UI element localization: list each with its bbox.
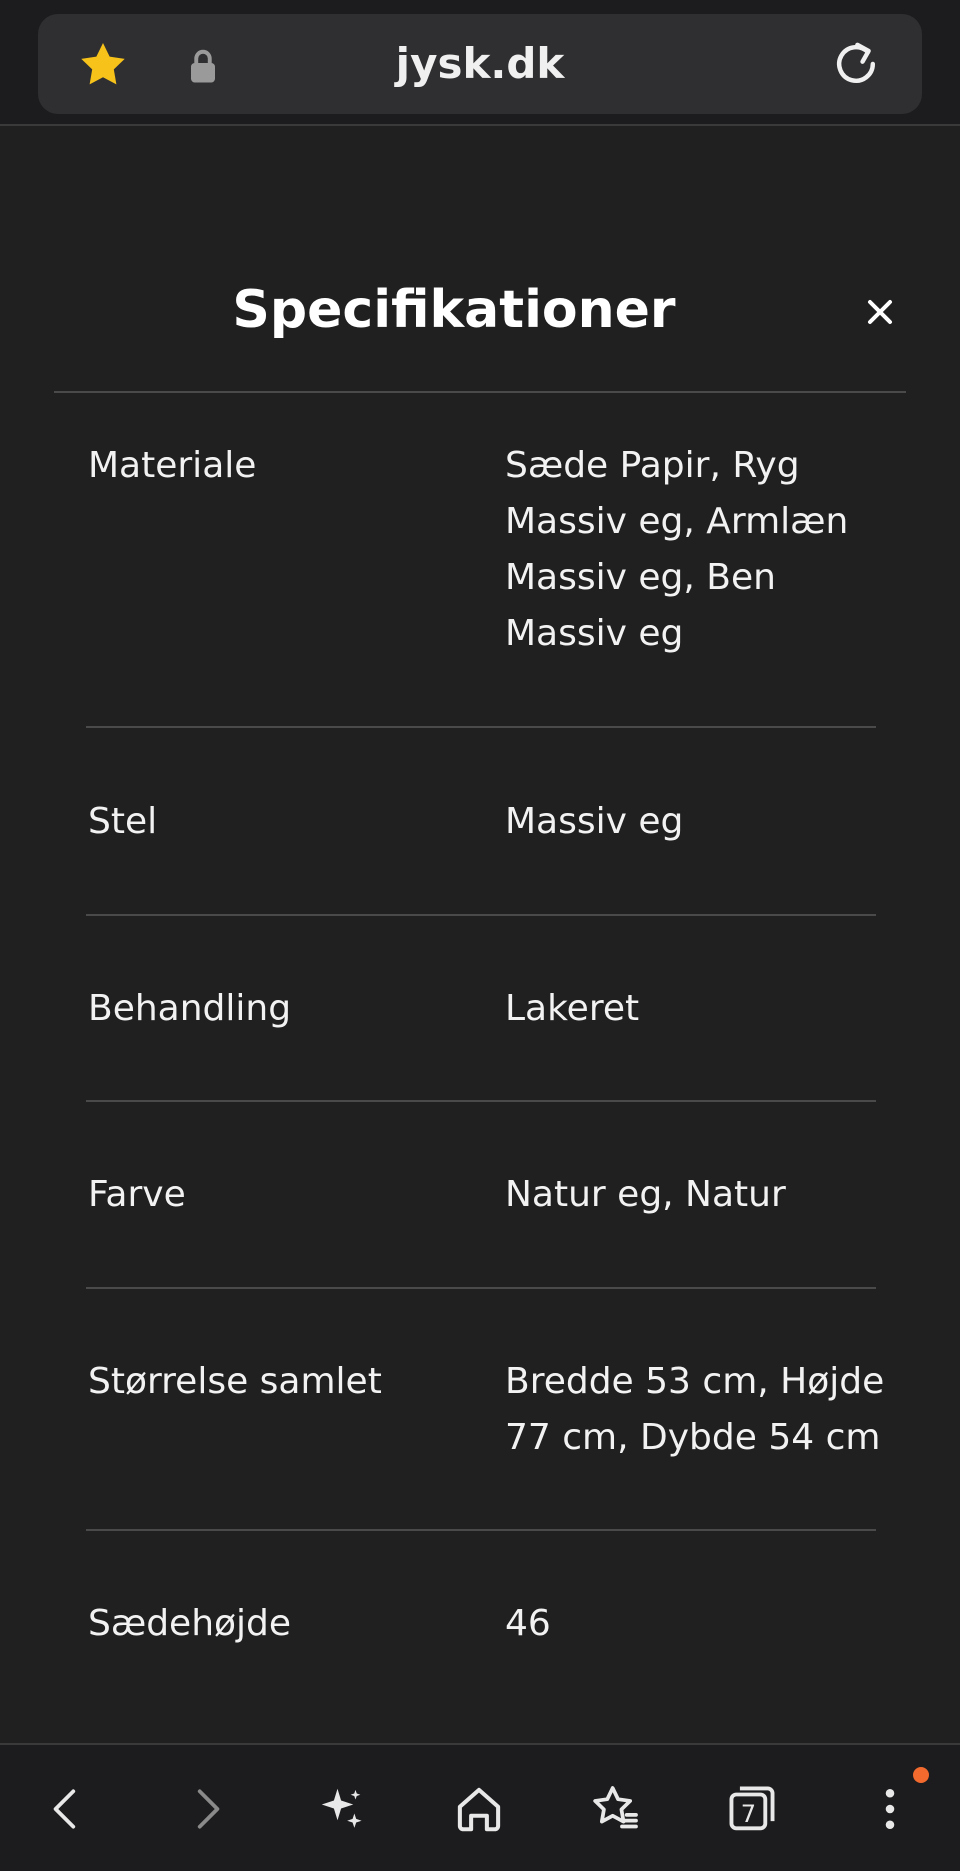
close-button[interactable]	[856, 288, 904, 336]
tabs-button[interactable]: 7	[712, 1769, 792, 1849]
row-divider	[86, 914, 876, 916]
spec-label: Størrelse samlet	[88, 1361, 382, 1402]
row-divider	[86, 1529, 876, 1531]
sparkle-icon	[321, 1788, 362, 1828]
spec-value: Massiv eg	[505, 801, 684, 842]
spec-label: Stel	[88, 801, 158, 842]
address-bar[interactable]: jysk.dk	[38, 14, 922, 114]
bookmarks-icon	[593, 1786, 638, 1829]
spec-value: Lakeret	[505, 988, 640, 1029]
star-icon[interactable]	[76, 38, 130, 92]
more-icon	[885, 1788, 895, 1830]
back-button[interactable]	[26, 1769, 106, 1849]
spec-label: Sædehøjde	[88, 1603, 292, 1644]
lock-icon	[188, 48, 218, 84]
browser-top-bar: jysk.dk	[0, 0, 960, 126]
forward-button[interactable]	[167, 1769, 247, 1849]
browser-bottom-bar: 7	[0, 1743, 960, 1871]
spec-label: Materiale	[88, 445, 257, 486]
close-icon	[868, 300, 892, 324]
modal-title: Specifikationer	[232, 280, 676, 340]
spec-value: 46	[505, 1603, 551, 1644]
home-button[interactable]	[439, 1769, 519, 1849]
notification-dot	[913, 1767, 929, 1783]
row-divider	[86, 1100, 876, 1102]
reload-icon[interactable]	[828, 36, 884, 92]
tabs-icon: 7	[729, 1786, 775, 1831]
tab-count: 7	[741, 1800, 756, 1828]
spec-value: Natur eg, Natur	[505, 1174, 786, 1215]
back-icon	[53, 1789, 76, 1829]
url-domain: jysk.dk	[395, 39, 565, 88]
row-divider	[86, 726, 876, 728]
spec-label: Behandling	[88, 988, 292, 1029]
title-divider	[54, 391, 906, 393]
spec-value: Sæde Papir, Ryg Massiv eg, Armlæn Massiv…	[505, 445, 849, 654]
row-divider	[86, 1287, 876, 1289]
spec-value: Bredde 53 cm, Højde 77 cm, Dybde 54 cm	[505, 1361, 885, 1458]
ai-assistant-button[interactable]	[302, 1769, 382, 1849]
forward-icon	[197, 1789, 220, 1829]
spec-label: Farve	[88, 1174, 186, 1215]
home-icon	[457, 1787, 501, 1832]
bookmarks-button[interactable]	[575, 1769, 655, 1849]
